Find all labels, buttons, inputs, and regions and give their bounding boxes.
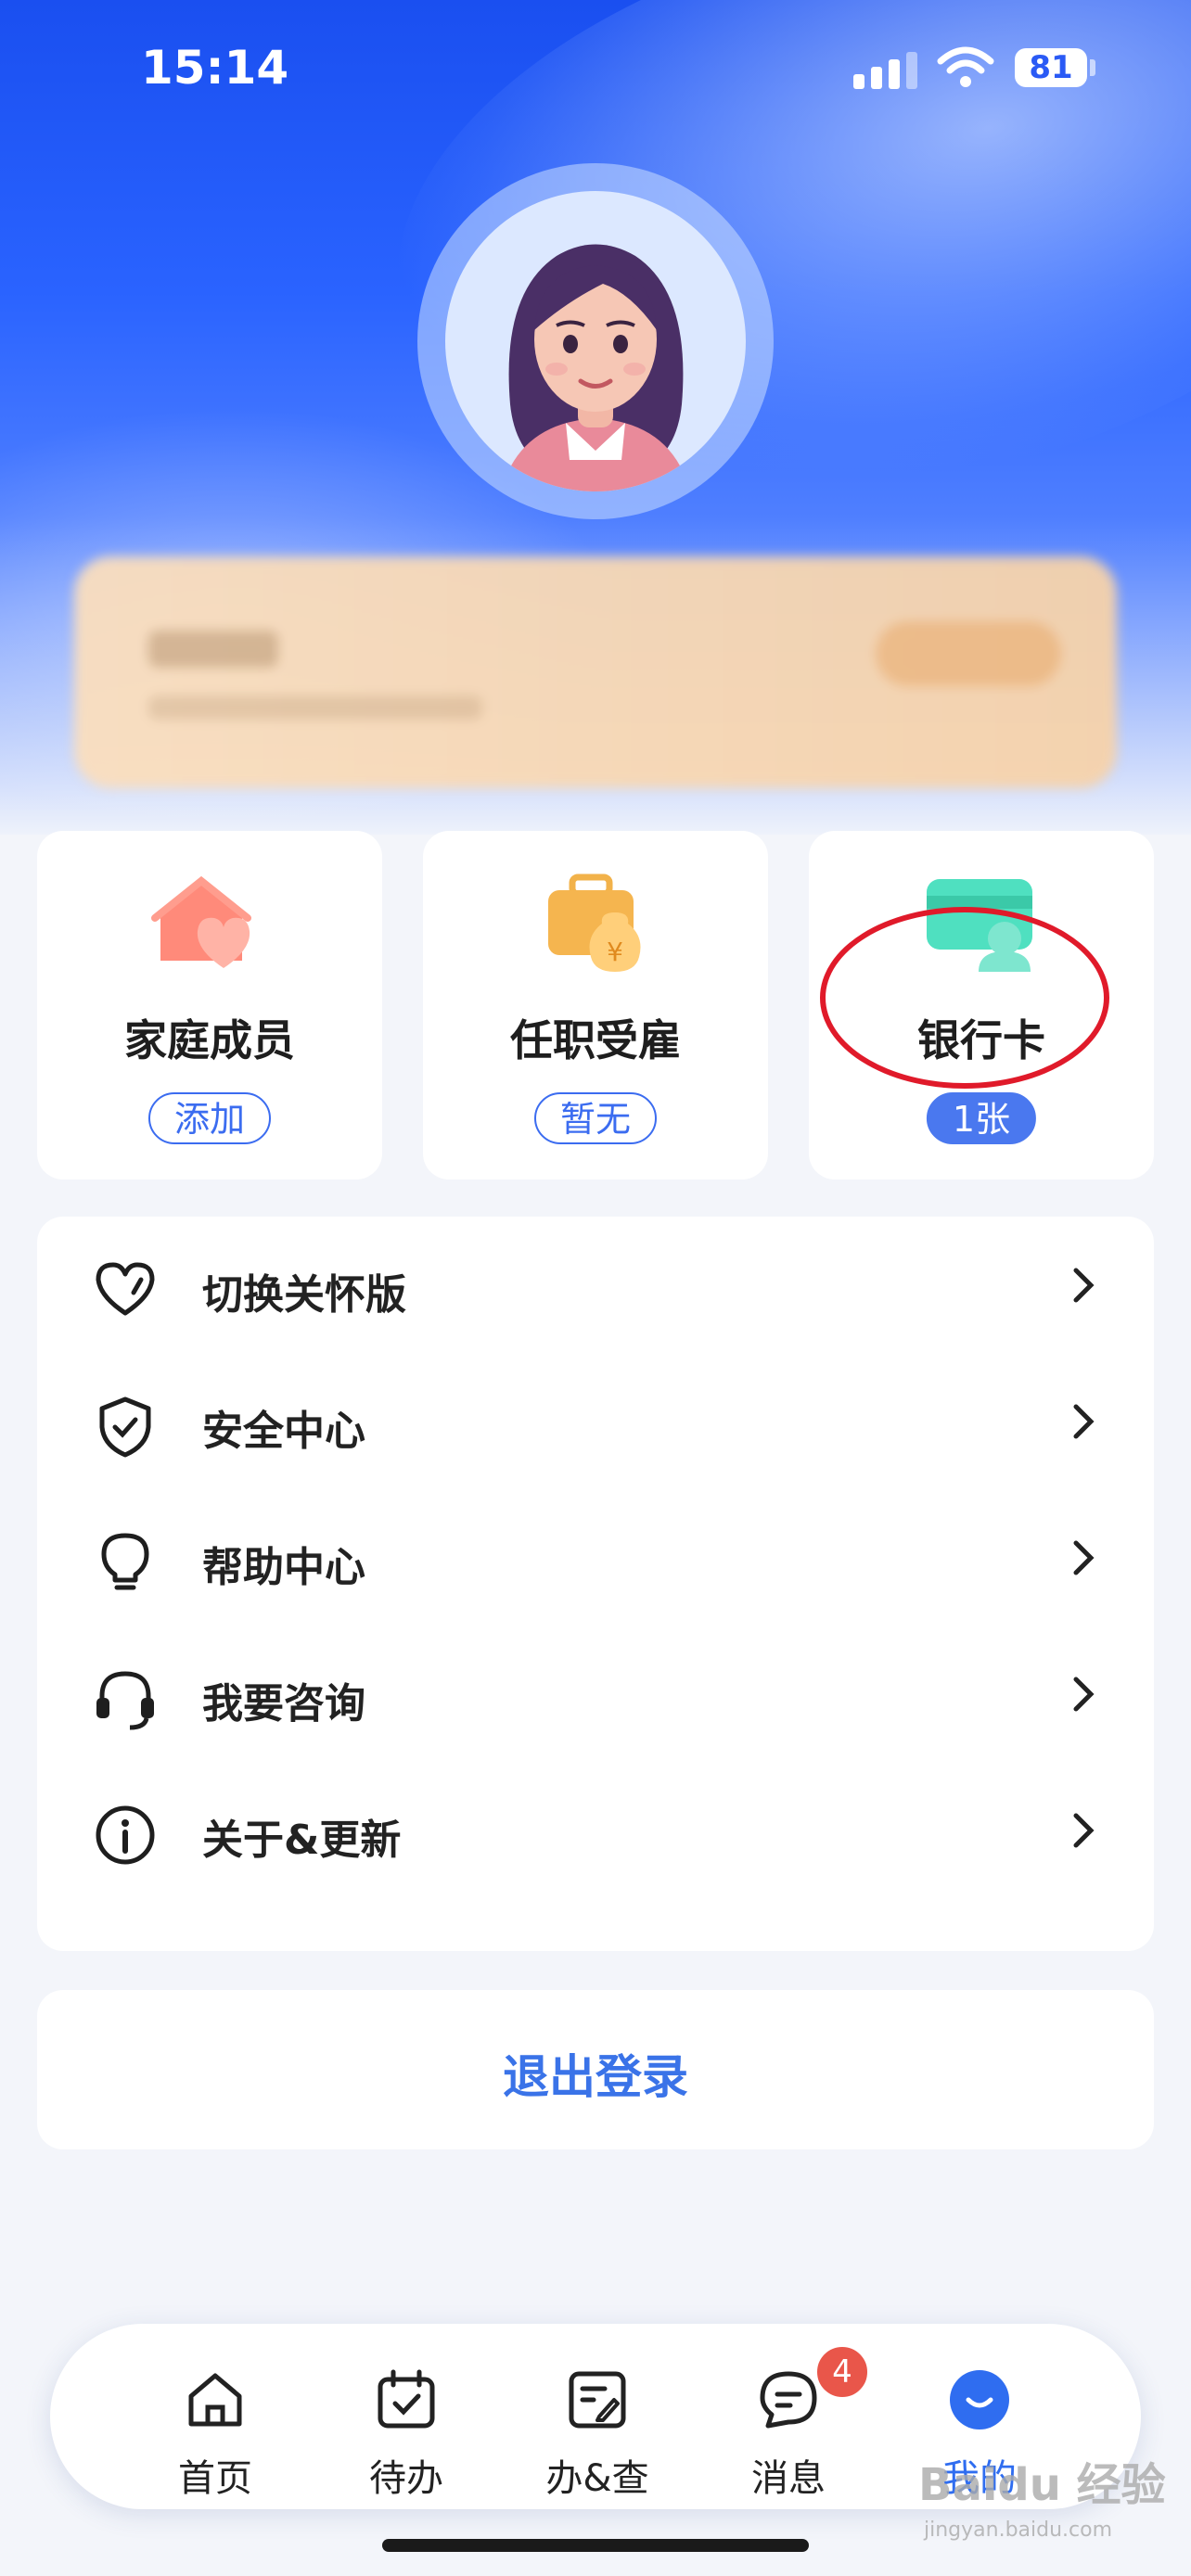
status-bar: 15:14 81 — [0, 0, 1191, 139]
tab-label: 办&查 — [545, 2457, 649, 2500]
settings-menu: 切换关怀版 安全中心 帮助中心 我要咨询 关于&更新 — [37, 1217, 1154, 1951]
chevron-right-icon — [1073, 1268, 1095, 1303]
baidu-watermark: Baidu 经验 — [918, 2459, 1166, 2511]
blurred-text — [148, 631, 278, 668]
tab-label: 消息 — [751, 2457, 826, 2500]
baidu-watermark-url: jingyan.baidu.com — [924, 2519, 1113, 2542]
chevron-right-icon — [1073, 1540, 1095, 1575]
menu-label: 帮助中心 — [202, 1544, 365, 1591]
chevron-right-icon — [1073, 1677, 1095, 1712]
shield-check-icon — [99, 1396, 151, 1458]
home-indicator — [382, 2539, 809, 2552]
info-icon — [96, 1805, 155, 1865]
avatar-illustration — [501, 244, 690, 491]
highlight-annotation-circle — [820, 907, 1109, 1089]
card-employment[interactable]: ¥ 任职受雇 暂无 — [423, 831, 768, 1180]
card-badge-none[interactable]: 暂无 — [533, 1092, 658, 1144]
chat-icon — [760, 2371, 817, 2429]
avatar[interactable] — [445, 191, 746, 491]
heart-icon — [96, 1262, 155, 1316]
blurred-button — [876, 621, 1061, 686]
lightbulb-icon — [101, 1533, 149, 1590]
logout-label: 退出登录 — [503, 2050, 688, 2104]
blurred-identity-card[interactable] — [74, 556, 1117, 788]
card-family-members[interactable]: 家庭成员 添加 — [37, 831, 382, 1180]
card-badge-count[interactable]: 1张 — [926, 1092, 1037, 1144]
briefcase-money-icon: ¥ — [548, 874, 641, 972]
cellular-signal-icon — [853, 52, 917, 89]
headset-icon — [96, 1671, 154, 1730]
menu-item-security-center[interactable]: 安全中心 — [37, 1353, 1154, 1489]
menu-item-help-center[interactable]: 帮助中心 — [37, 1489, 1154, 1626]
menu-label: 我要咨询 — [202, 1680, 365, 1728]
chevron-right-icon — [1073, 1404, 1095, 1439]
chevron-right-icon — [1073, 1813, 1095, 1848]
tab-todo[interactable]: 待办 — [323, 2361, 490, 2500]
unread-badge: 4 — [814, 2344, 870, 2400]
menu-label: 安全中心 — [202, 1408, 365, 1455]
wifi-icon — [937, 46, 994, 87]
menu-item-care-mode[interactable]: 切换关怀版 — [37, 1217, 1154, 1353]
battery-indicator: 81 — [1015, 48, 1087, 87]
menu-item-about-update[interactable]: 关于&更新 — [37, 1762, 1154, 1898]
family-house-icon — [151, 875, 251, 968]
card-label: 任职受雇 — [510, 1015, 681, 1065]
tab-home[interactable]: 首页 — [132, 2361, 299, 2500]
card-label: 家庭成员 — [124, 1015, 295, 1065]
edit-doc-icon — [569, 2371, 626, 2429]
card-badge-add[interactable]: 添加 — [147, 1092, 272, 1144]
logout-button[interactable]: 退出登录 — [37, 1990, 1154, 2149]
tab-label: 首页 — [178, 2457, 252, 2500]
menu-item-consult[interactable]: 我要咨询 — [37, 1626, 1154, 1762]
menu-label: 关于&更新 — [202, 1817, 402, 1864]
tab-handle-query[interactable]: 办&查 — [514, 2361, 681, 2500]
menu-label: 切换关怀版 — [202, 1271, 406, 1319]
svg-text:¥: ¥ — [607, 937, 623, 967]
status-time: 15:14 — [141, 41, 289, 95]
tab-label: 待办 — [369, 2457, 443, 2500]
home-icon — [188, 2373, 242, 2427]
battery-tip — [1090, 59, 1095, 76]
blurred-text — [148, 695, 482, 720]
tab-messages[interactable]: 消息 4 — [705, 2344, 872, 2500]
calendar-check-icon — [378, 2369, 435, 2429]
profile-smile-icon — [950, 2370, 1009, 2429]
